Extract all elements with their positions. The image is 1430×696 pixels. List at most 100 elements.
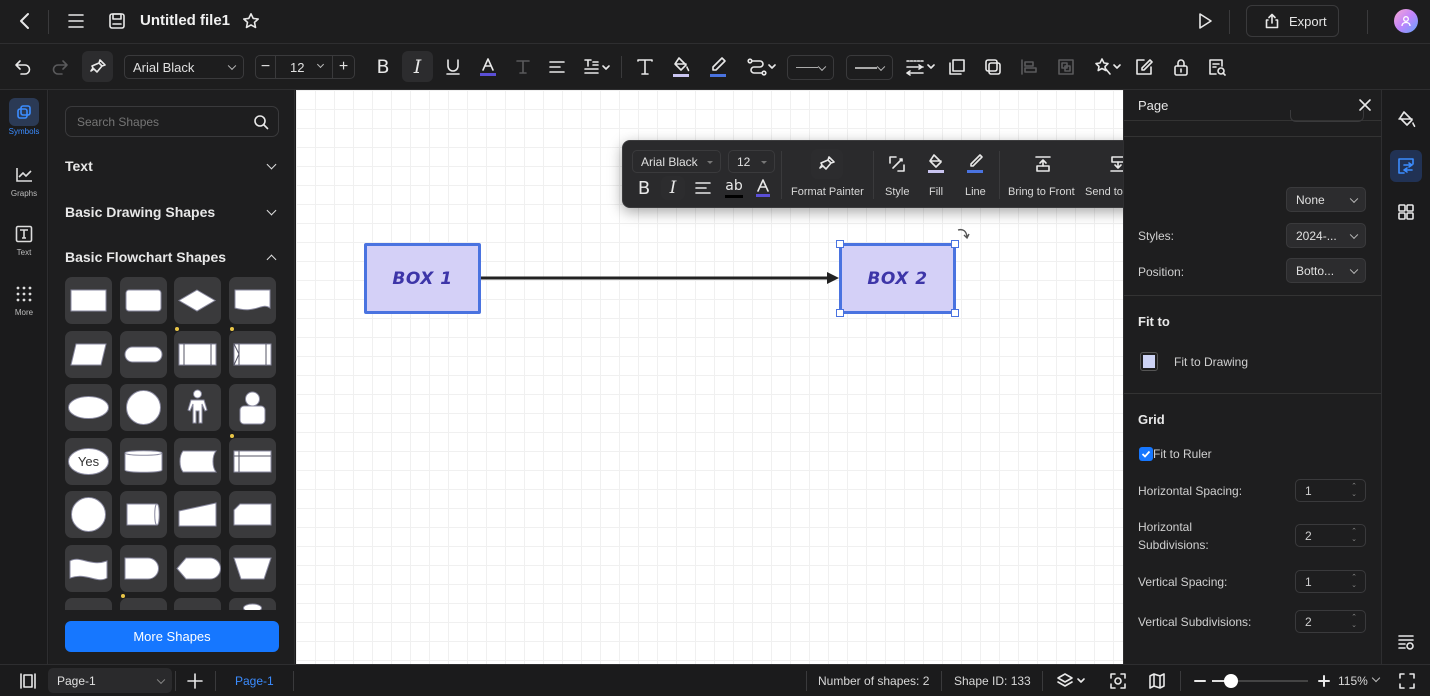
floating-font-size-select[interactable]: 12 xyxy=(728,150,775,173)
redo-icon[interactable] xyxy=(49,56,71,78)
stepper-arrows-icon[interactable]: ⌃ ⌄ xyxy=(1351,574,1357,590)
align-icon[interactable] xyxy=(693,178,713,198)
bring-to-front-label[interactable]: Bring to Front xyxy=(1008,186,1075,198)
shape-tile-manual-operation[interactable] xyxy=(228,544,276,592)
font-color-icon[interactable] xyxy=(753,177,773,199)
page-tab-active[interactable]: Page-1 xyxy=(235,674,274,688)
shape-tile-delay[interactable] xyxy=(119,544,167,592)
category-text[interactable]: Text xyxy=(65,158,279,174)
text-spacing-icon[interactable] xyxy=(582,56,612,78)
fullscreen-icon[interactable] xyxy=(1396,670,1418,692)
paint-bucket-icon[interactable] xyxy=(1394,108,1418,132)
floating-font-family-select[interactable]: Arial Black xyxy=(632,150,721,173)
line-button-label[interactable]: Line xyxy=(965,186,986,198)
magic-icon[interactable] xyxy=(1094,56,1124,78)
position-select[interactable]: Botto... xyxy=(1286,258,1366,283)
font-size-value[interactable]: 12 xyxy=(290,60,304,75)
underline-icon[interactable] xyxy=(442,56,464,78)
horizontal-subdivisions-input[interactable]: 2 ⌃ ⌄ xyxy=(1295,524,1366,547)
align-icon[interactable] xyxy=(546,56,568,78)
style-button-label[interactable]: Style xyxy=(885,186,909,198)
avatar[interactable] xyxy=(1394,9,1418,33)
more-shapes-button[interactable]: More Shapes xyxy=(65,621,279,652)
rail-item-symbols[interactable]: Symbols xyxy=(0,98,48,136)
find-icon[interactable] xyxy=(1206,56,1228,78)
shape-tile-data[interactable] xyxy=(65,330,112,378)
shape-tile-document[interactable] xyxy=(228,277,276,324)
panel-settings-icon[interactable] xyxy=(1394,630,1418,654)
vertical-subdivisions-input[interactable]: 2 ⌃ ⌄ xyxy=(1295,610,1366,633)
fit-to-drawing-button[interactable] xyxy=(1140,352,1158,371)
fill-button-label[interactable]: Fill xyxy=(929,186,943,198)
resize-handle[interactable] xyxy=(836,309,844,317)
zoom-in-icon[interactable] xyxy=(1316,670,1332,692)
rail-item-more[interactable]: More xyxy=(0,283,48,317)
shape-tile-actor[interactable] xyxy=(174,384,221,431)
bring-front-icon[interactable] xyxy=(946,56,968,78)
rail-item-text[interactable]: Text xyxy=(0,223,48,257)
shape-tile-paper-tape[interactable] xyxy=(65,544,112,592)
zoom-slider-thumb[interactable] xyxy=(1224,674,1239,688)
connector-arrow[interactable] xyxy=(481,270,841,286)
menu-icon[interactable] xyxy=(64,10,88,32)
collapsed-select[interactable] xyxy=(1290,110,1364,122)
text-highlight-icon[interactable]: ab xyxy=(723,176,745,200)
arrow-style-icon[interactable] xyxy=(905,56,937,78)
shape-box-1[interactable]: BOX 1 xyxy=(364,243,481,314)
shape-tile-process[interactable] xyxy=(65,277,112,324)
shape-tile-stored-data[interactable] xyxy=(174,437,221,485)
map-icon[interactable] xyxy=(1146,670,1168,692)
play-icon[interactable] xyxy=(1194,10,1216,32)
shape-tile-display[interactable] xyxy=(174,544,221,592)
shape-tile-ellipse[interactable] xyxy=(65,384,112,431)
format-painter-label[interactable]: Format Painter xyxy=(791,186,864,198)
shape-tile-circle[interactable] xyxy=(119,384,167,431)
search-shapes-input[interactable] xyxy=(65,106,279,137)
add-page-icon[interactable] xyxy=(184,670,206,692)
format-painter-icon[interactable] xyxy=(82,51,113,82)
italic-icon[interactable]: I xyxy=(661,176,685,200)
grid-view-icon[interactable] xyxy=(1394,200,1418,224)
lock-icon[interactable] xyxy=(1170,56,1192,78)
zoom-level[interactable]: 115% xyxy=(1338,674,1368,688)
style-icon[interactable] xyxy=(886,153,908,175)
stepper-arrows-icon[interactable]: ⌃ ⌄ xyxy=(1351,483,1357,499)
star-icon[interactable] xyxy=(240,10,262,32)
text-clear-icon[interactable] xyxy=(512,56,534,78)
search-field[interactable] xyxy=(77,113,247,131)
resize-handle[interactable] xyxy=(836,240,844,248)
page-panel-toggle-icon[interactable] xyxy=(17,670,39,692)
shape-tile-internal-storage[interactable] xyxy=(228,330,276,378)
shape-tile-terminator[interactable] xyxy=(119,330,167,378)
zoom-out-icon[interactable] xyxy=(1192,670,1208,692)
page-settings-icon[interactable] xyxy=(1390,150,1422,182)
connector-icon[interactable] xyxy=(747,56,777,78)
align-left-icon[interactable] xyxy=(1018,56,1040,78)
stepper-arrows-icon[interactable]: ⌃ ⌄ xyxy=(1351,614,1357,630)
search-icon[interactable] xyxy=(252,113,270,131)
shape-tile-decision[interactable] xyxy=(174,277,221,324)
shape-tile-card[interactable] xyxy=(228,491,276,538)
shape-tile-connector-circle[interactable] xyxy=(65,491,112,538)
shape-tile-direct-data[interactable] xyxy=(119,491,167,538)
bold-icon[interactable]: B xyxy=(635,178,653,199)
line-style-select[interactable] xyxy=(787,55,834,80)
page-select[interactable]: Page-1 xyxy=(48,668,172,693)
send-back-icon[interactable] xyxy=(982,56,1004,78)
category-basic-flowchart-shapes[interactable]: Basic Flowchart Shapes xyxy=(65,249,279,265)
horizontal-spacing-input[interactable]: 1 ⌃ ⌄ xyxy=(1295,479,1366,502)
zoom-slider-track[interactable] xyxy=(1212,674,1308,688)
shape-tile-predefined-process[interactable] xyxy=(174,330,221,378)
font-size-increase-button[interactable]: + xyxy=(332,56,354,78)
category-basic-drawing-shapes[interactable]: Basic Drawing Shapes xyxy=(65,204,279,220)
undo-icon[interactable] xyxy=(12,56,34,78)
line-weight-select[interactable] xyxy=(846,55,893,80)
line-icon[interactable] xyxy=(964,151,986,177)
font-color-icon[interactable] xyxy=(477,55,499,79)
fill-icon[interactable] xyxy=(670,54,692,80)
stepper-arrows-icon[interactable]: ⌃ ⌄ xyxy=(1351,528,1357,544)
file-title[interactable]: Untitled file1 xyxy=(140,12,230,29)
export-button[interactable]: Export xyxy=(1246,5,1339,37)
shape-tile-yes-bubble[interactable]: Yes xyxy=(65,437,112,485)
font-size-decrease-button[interactable]: − xyxy=(256,56,276,78)
